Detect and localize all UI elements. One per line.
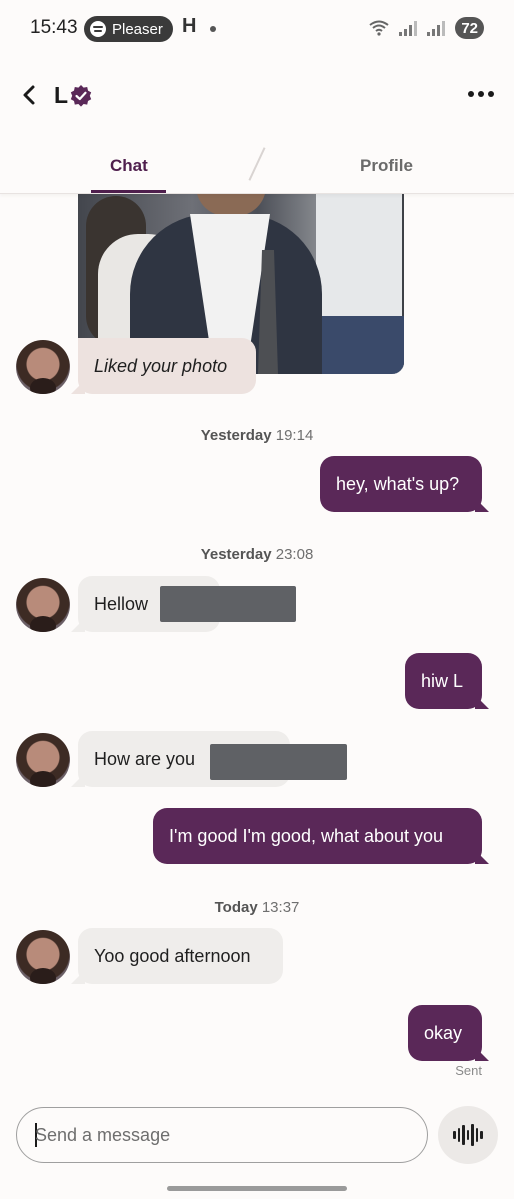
- outgoing-message[interactable]: I'm good I'm good, what about you: [153, 808, 482, 864]
- status-bar: 15:43 Pleaser H 72: [0, 0, 514, 60]
- network-type-icon: H: [182, 15, 197, 37]
- contact-name[interactable]: L: [54, 82, 68, 109]
- message-text: How are you: [94, 748, 196, 769]
- media-app-label: Pleaser: [112, 20, 163, 38]
- signal-icon-2: [427, 20, 446, 36]
- incoming-message[interactable]: Yoo good afternoon: [78, 928, 283, 984]
- timestamp-day: Today: [214, 899, 258, 916]
- redacted-block: [210, 744, 347, 780]
- notification-dot-icon: [210, 26, 216, 32]
- avatar[interactable]: [16, 930, 70, 984]
- outgoing-message[interactable]: okay: [408, 1005, 482, 1061]
- tab-chat[interactable]: Chat: [110, 156, 148, 176]
- voice-message-button[interactable]: [438, 1106, 498, 1164]
- timestamp-time: 23:08: [275, 546, 314, 563]
- chat-header: L: [0, 60, 514, 132]
- message-text: Liked your photo: [94, 355, 228, 376]
- message-input[interactable]: Send a message: [16, 1107, 428, 1163]
- outgoing-message[interactable]: hey, what's up?: [320, 456, 482, 512]
- timestamp-time: 13:37: [261, 899, 300, 916]
- signal-icon: [399, 20, 418, 36]
- battery-icon: 72: [455, 17, 484, 39]
- timestamp-time: 19:14: [275, 427, 314, 444]
- timestamp: Today 13:37: [0, 899, 514, 916]
- verified-badge-icon: [70, 85, 92, 107]
- message-text: Hellow: [94, 593, 149, 614]
- status-time: 15:43: [30, 17, 78, 38]
- message-text: okay: [424, 1022, 463, 1043]
- active-tab-indicator: [91, 190, 166, 193]
- status-icons: 72: [369, 17, 484, 39]
- tab-profile[interactable]: Profile: [360, 156, 413, 176]
- timestamp-day: Yesterday: [200, 546, 272, 563]
- dot-icon: [478, 91, 484, 97]
- home-indicator[interactable]: [167, 1186, 347, 1191]
- tab-divider: [248, 147, 266, 181]
- avatar[interactable]: [16, 340, 70, 394]
- message-text: hey, what's up?: [336, 473, 460, 494]
- message-status: Sent: [455, 1063, 482, 1078]
- media-pill[interactable]: Pleaser: [84, 16, 173, 42]
- message-text: Yoo good afternoon: [94, 945, 251, 966]
- message-text: hiw L: [421, 670, 464, 691]
- dot-icon: [488, 91, 494, 97]
- message-text: I'm good I'm good, what about you: [169, 825, 444, 846]
- timestamp-day: Yesterday: [200, 427, 272, 444]
- liked-photo-bubble: Liked your photo: [78, 338, 256, 394]
- spotify-icon: [90, 21, 106, 37]
- message-input-placeholder: Send a message: [35, 1124, 171, 1145]
- more-options-button[interactable]: [466, 82, 496, 106]
- wifi-icon: [369, 20, 389, 36]
- timestamp: Yesterday 19:14: [0, 427, 514, 444]
- back-button[interactable]: [14, 78, 44, 112]
- avatar[interactable]: [16, 733, 70, 787]
- chevron-left-icon: [23, 85, 35, 105]
- outgoing-message[interactable]: hiw L: [405, 653, 482, 709]
- dot-icon: [468, 91, 474, 97]
- timestamp: Yesterday 23:08: [0, 546, 514, 563]
- redacted-block: [160, 586, 296, 622]
- avatar[interactable]: [16, 578, 70, 632]
- tab-bar: Chat Profile: [0, 132, 514, 194]
